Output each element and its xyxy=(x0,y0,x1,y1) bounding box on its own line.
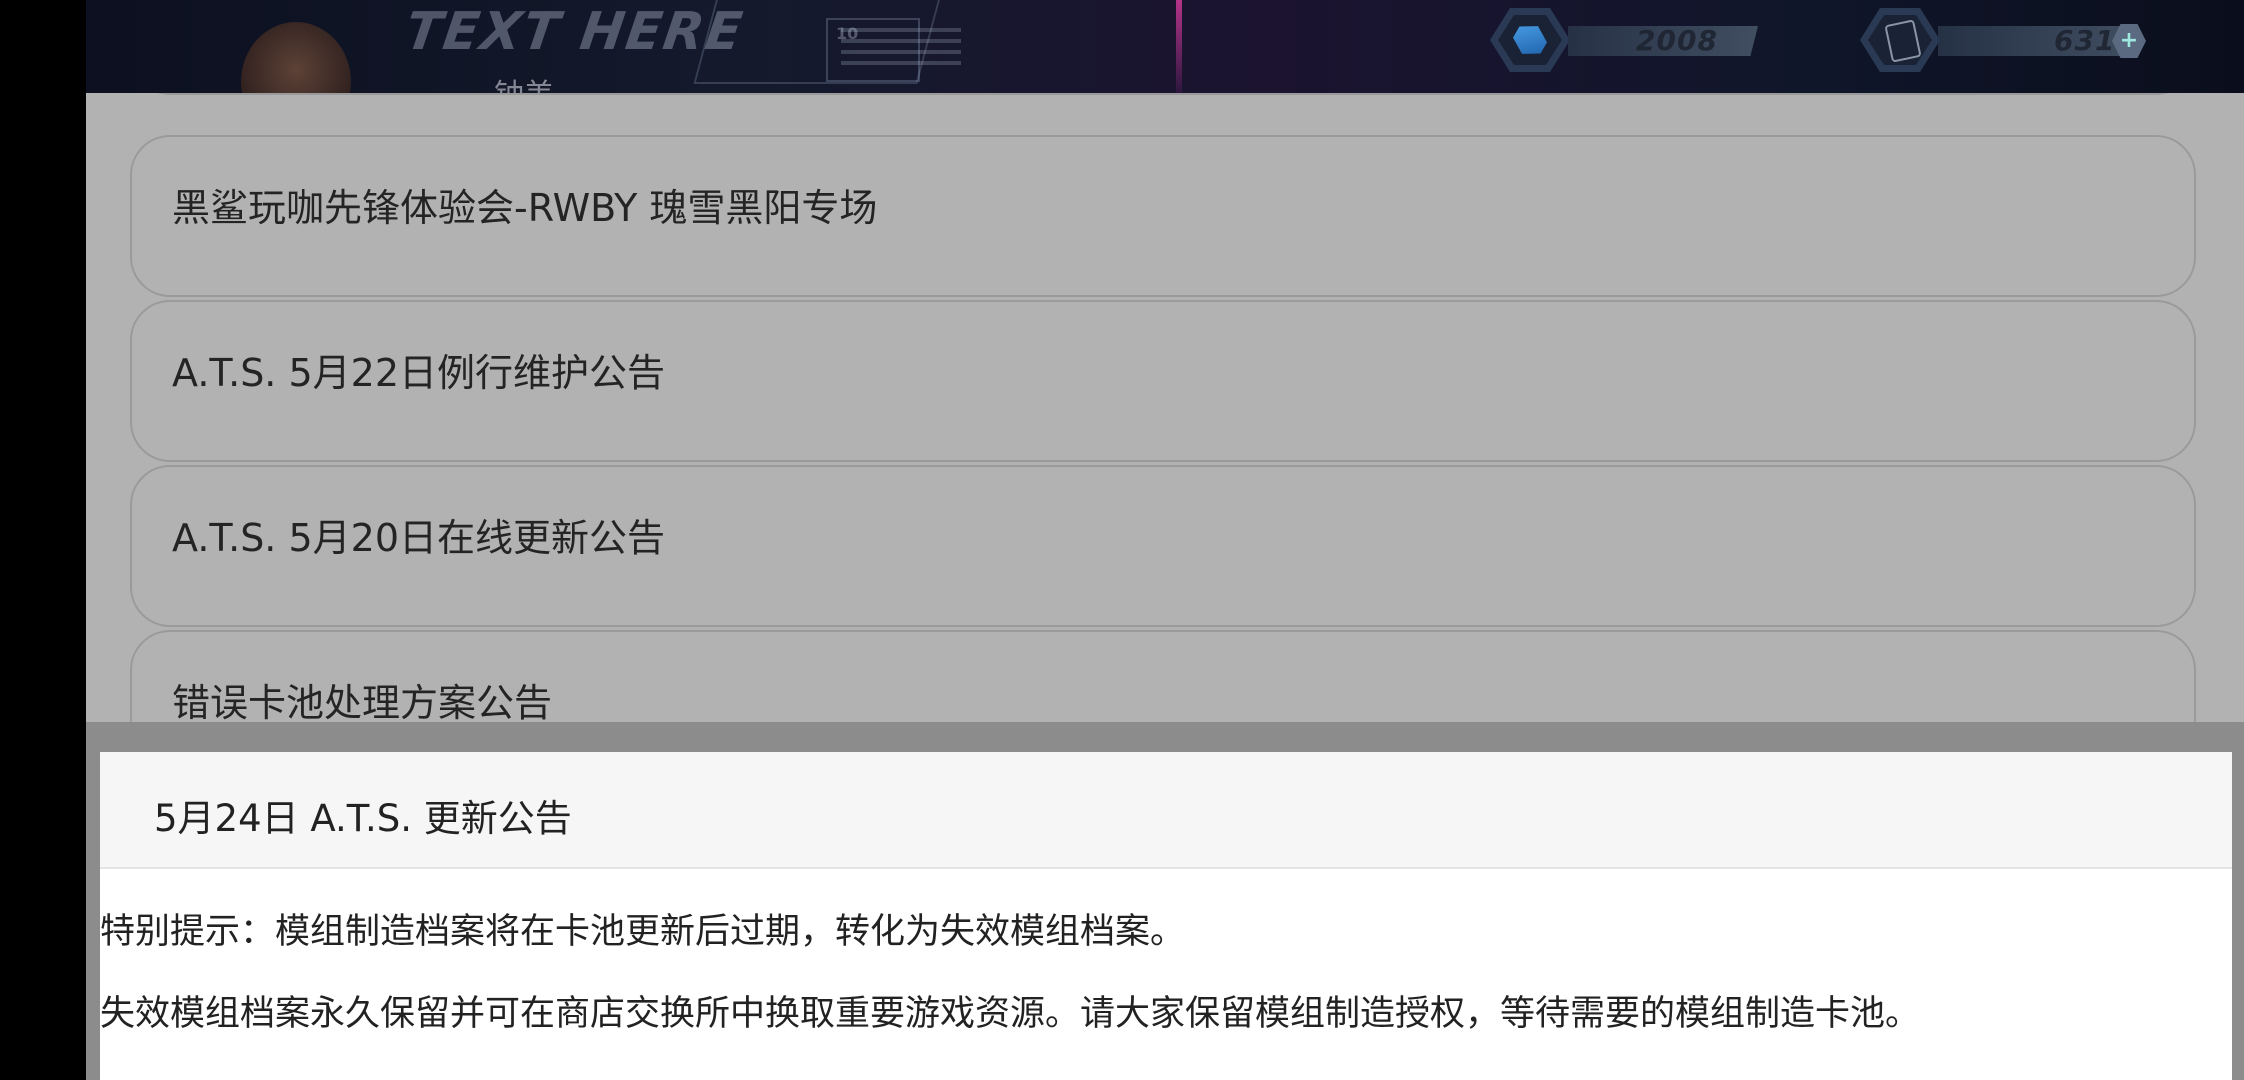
background-logo-text: TEXT HERE xyxy=(401,2,748,62)
announcement-item[interactable]: A.T.S. 5月20日在线更新公告 xyxy=(130,465,2196,627)
announcement-label: 黑鲨玩咖先锋体验会-RWBY 瑰雪黑阳专场 xyxy=(172,186,878,230)
announcement-item[interactable]: A.T.S. 5月22日例行维护公告 xyxy=(130,300,2196,462)
announcement-detail-sheet[interactable]: 5月24日 A.T.S. 更新公告 特别提示：模组制造档案将在卡池更新后过期，转… xyxy=(100,752,2232,1080)
detail-paragraph: 特别提示：模组制造档案将在卡池更新后过期，转化为失效模组档案。 xyxy=(100,912,1186,952)
detail-title: 5月24日 A.T.S. 更新公告 xyxy=(154,797,572,840)
announcement-item[interactable] xyxy=(130,93,2196,95)
background-subtitle: 钟美 xyxy=(494,70,554,93)
announcement-label: A.T.S. 5月22日例行维护公告 xyxy=(172,351,665,395)
character-portrait xyxy=(241,22,351,93)
crystal-count: 2008 xyxy=(1636,24,1718,57)
card-resource-counter[interactable]: 631 + xyxy=(1860,8,2160,72)
card-count: 631 xyxy=(2054,24,2116,57)
announcement-label: 错误卡池处理方案公告 xyxy=(172,681,553,725)
detail-header: 5月24日 A.T.S. 更新公告 xyxy=(100,752,2232,869)
announcement-label: A.T.S. 5月20日在线更新公告 xyxy=(172,516,665,560)
detail-paragraph: 失效模组档案永久保留并可在商店交换所中换取重要游戏资源。请大家保留模组制造授权，… xyxy=(100,994,1921,1034)
background-decor-lines xyxy=(841,28,961,72)
close-icon[interactable]: ✕ xyxy=(2236,19,2244,83)
crystal-resource-counter[interactable]: 2008 xyxy=(1490,8,1770,72)
left-black-bar xyxy=(0,0,86,1080)
announcement-item[interactable]: 黑鲨玩咖先锋体验会-RWBY 瑰雪黑阳专场 xyxy=(130,135,2196,297)
game-header-background: TEXT HERE 钟美 10 2008 631 + ✕ xyxy=(86,0,2244,93)
background-glow xyxy=(1176,0,1182,93)
